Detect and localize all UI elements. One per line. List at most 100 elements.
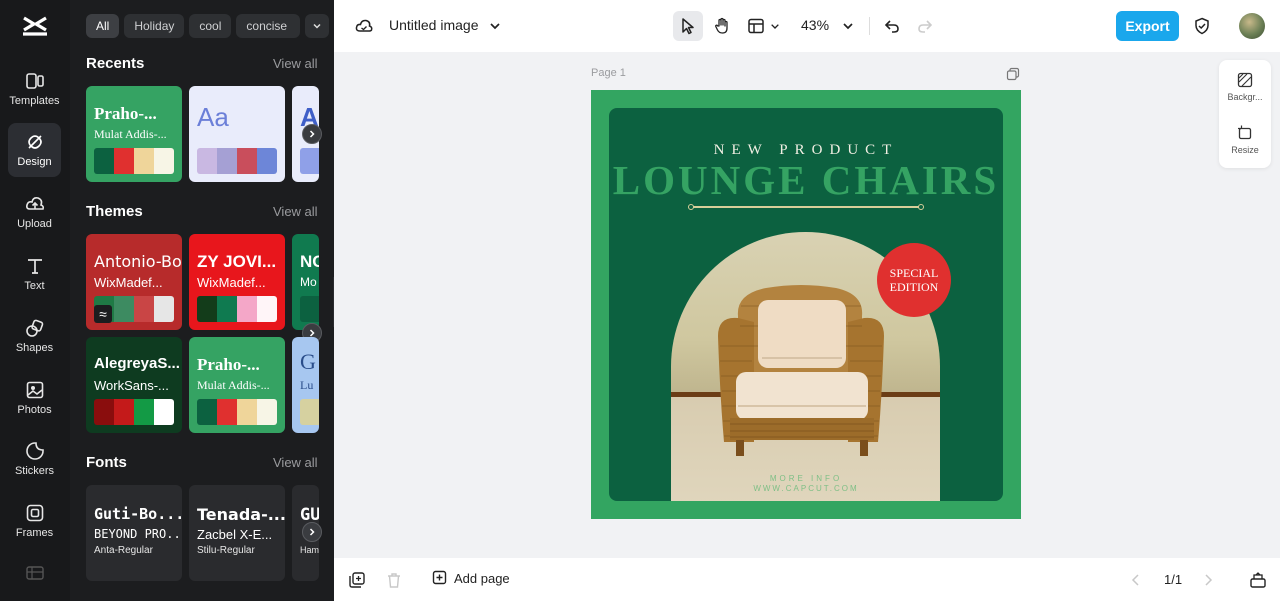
rail-text[interactable]: Text [8, 247, 61, 301]
themes-title: Themes [86, 203, 143, 220]
recent-card[interactable]: Praho-... Mulat Addis-... [86, 86, 182, 182]
add-page-button[interactable]: Add page [432, 570, 510, 586]
capcut-logo[interactable] [20, 12, 50, 40]
recent-card[interactable]: Aa [189, 86, 285, 182]
website-text[interactable]: WWW.CAPCUT.COM [609, 484, 1003, 493]
theme-card[interactable]: Praho-... Mulat Addis-... [189, 337, 285, 433]
privacy-button[interactable] [1187, 11, 1217, 41]
recents-view-all[interactable]: View all [273, 56, 318, 71]
font-card[interactable]: Tenada-... Zacbel X-E... Stilu-Regular [189, 485, 285, 581]
layout-icon [748, 18, 764, 34]
background-tool[interactable]: Backgr... [1219, 72, 1271, 102]
duplicate-page-icon[interactable] [1006, 67, 1020, 81]
wave-icon: ≈ [94, 305, 112, 323]
cloud-save-button[interactable] [349, 11, 379, 41]
headline-large[interactable]: LOUNGE CHAIRS [609, 156, 1003, 204]
layout-menu-button[interactable] [746, 11, 782, 41]
card-subtitle: WixMadef... [197, 275, 266, 290]
rail-label: Templates [9, 95, 60, 107]
tool-label: Backgr... [1227, 92, 1263, 102]
add-page-label: Add page [454, 570, 510, 586]
design-artboard[interactable]: NEW PRODUCT LOUNGE CHAIRS SPECIAL EDITIO… [591, 90, 1021, 519]
recents-scroll-right[interactable] [302, 124, 322, 144]
theme-card[interactable]: AlegreyaS... WorkSans-... [86, 337, 182, 433]
font-tertiary: Stilu-Regular [197, 545, 255, 556]
rail-design[interactable]: Design [8, 123, 61, 177]
chip-concise[interactable]: concise [236, 14, 301, 38]
rail-templates[interactable]: Templates [8, 62, 61, 116]
chip-all[interactable]: All [86, 14, 120, 38]
fonts-scroll-right[interactable] [302, 522, 322, 542]
color-swatch [197, 148, 277, 174]
recents-title: Recents [86, 55, 145, 72]
color-swatch [300, 148, 319, 174]
theme-card[interactable]: G Lu [292, 337, 319, 433]
card-subtitle: Mo [300, 275, 317, 289]
filter-chips: All Holiday cool concise [86, 14, 330, 38]
chip-cool[interactable]: cool [189, 14, 232, 38]
card-title: G [300, 349, 316, 374]
resize-tool[interactable]: Resize [1219, 125, 1271, 155]
card-title: Antonio-Bold [94, 252, 182, 271]
page-label: Page 1 [591, 67, 626, 79]
color-swatch [197, 399, 277, 425]
zoom-dropdown-button[interactable] [833, 11, 863, 41]
select-tool-button[interactable] [673, 11, 703, 41]
avatar[interactable] [1239, 13, 1265, 39]
export-button[interactable]: Export [1116, 11, 1179, 41]
shapes-icon [25, 319, 43, 337]
card-title: AlegreyaS... [94, 355, 180, 372]
font-tertiary: Ham [300, 545, 319, 555]
trash-icon[interactable] [385, 571, 403, 589]
templates-icon [25, 73, 44, 89]
pages-panel-icon[interactable] [1249, 571, 1267, 589]
card-subtitle: WorkSans-... [94, 378, 169, 393]
rail-shapes[interactable]: Shapes [8, 309, 61, 363]
canvas-area[interactable]: Page 1 NEW PRODUCT LOUNGE CHAIRS SPECIAL… [334, 52, 1280, 558]
redo-icon [918, 20, 933, 33]
undo-icon [884, 20, 899, 33]
fonts-view-all[interactable]: View all [273, 455, 318, 470]
title-dropdown-button[interactable] [480, 11, 510, 41]
theme-card[interactable]: ZY JOVI... WixMadef... [189, 234, 285, 330]
theme-card[interactable]: NC Mo [292, 234, 319, 330]
undo-button[interactable] [877, 11, 907, 41]
duplicate-icon[interactable] [348, 571, 366, 589]
themes-view-all[interactable]: View all [273, 204, 318, 219]
page-indicator: 1/1 [1164, 572, 1183, 587]
hand-tool-button[interactable] [707, 11, 737, 41]
rail-stickers[interactable]: Stickers [8, 432, 61, 486]
rail-label: Photos [17, 404, 52, 416]
next-page-icon[interactable] [1201, 571, 1215, 589]
text-icon [27, 259, 42, 274]
rail-label: Stickers [14, 465, 55, 477]
hand-icon [715, 17, 728, 34]
prev-page-icon[interactable] [1129, 571, 1143, 589]
theme-card[interactable]: Antonio-Bold WixMadef... ≈ [86, 234, 182, 330]
zoom-level[interactable]: 43% [801, 17, 829, 33]
special-edition-badge[interactable]: SPECIAL EDITION [877, 243, 951, 317]
rail-label: Shapes [15, 342, 54, 354]
redo-button[interactable] [910, 11, 940, 41]
add-page-icon [432, 570, 447, 585]
rail-photos[interactable]: Photos [8, 371, 61, 425]
rail-upload[interactable]: Upload [8, 185, 61, 239]
font-secondary: Zacbel X-E... [197, 527, 273, 542]
card-title: Praho-... [197, 355, 260, 374]
card-subtitle: Lu [300, 378, 314, 392]
font-secondary: BEYOND PRO... [94, 527, 182, 541]
font-card[interactable]: Guti-Bo... BEYOND PRO... Anta-Regular [86, 485, 182, 581]
design-icon [27, 135, 42, 149]
rail-frames[interactable]: Frames [8, 494, 61, 548]
more-info-text[interactable]: MORE INFO [609, 474, 1003, 483]
chip-holiday[interactable]: Holiday [124, 14, 185, 38]
card-title: ZY JOVI... [197, 252, 277, 271]
chevron-down-icon [490, 23, 500, 30]
chevron-down-icon [843, 23, 853, 30]
document-title[interactable]: Untitled image [389, 17, 479, 33]
decorative-divider [688, 204, 924, 210]
card-title: Aa [197, 102, 229, 132]
frames-icon [26, 504, 43, 522]
chips-expand-button[interactable] [305, 14, 330, 38]
more-tools-icon[interactable] [26, 566, 44, 580]
